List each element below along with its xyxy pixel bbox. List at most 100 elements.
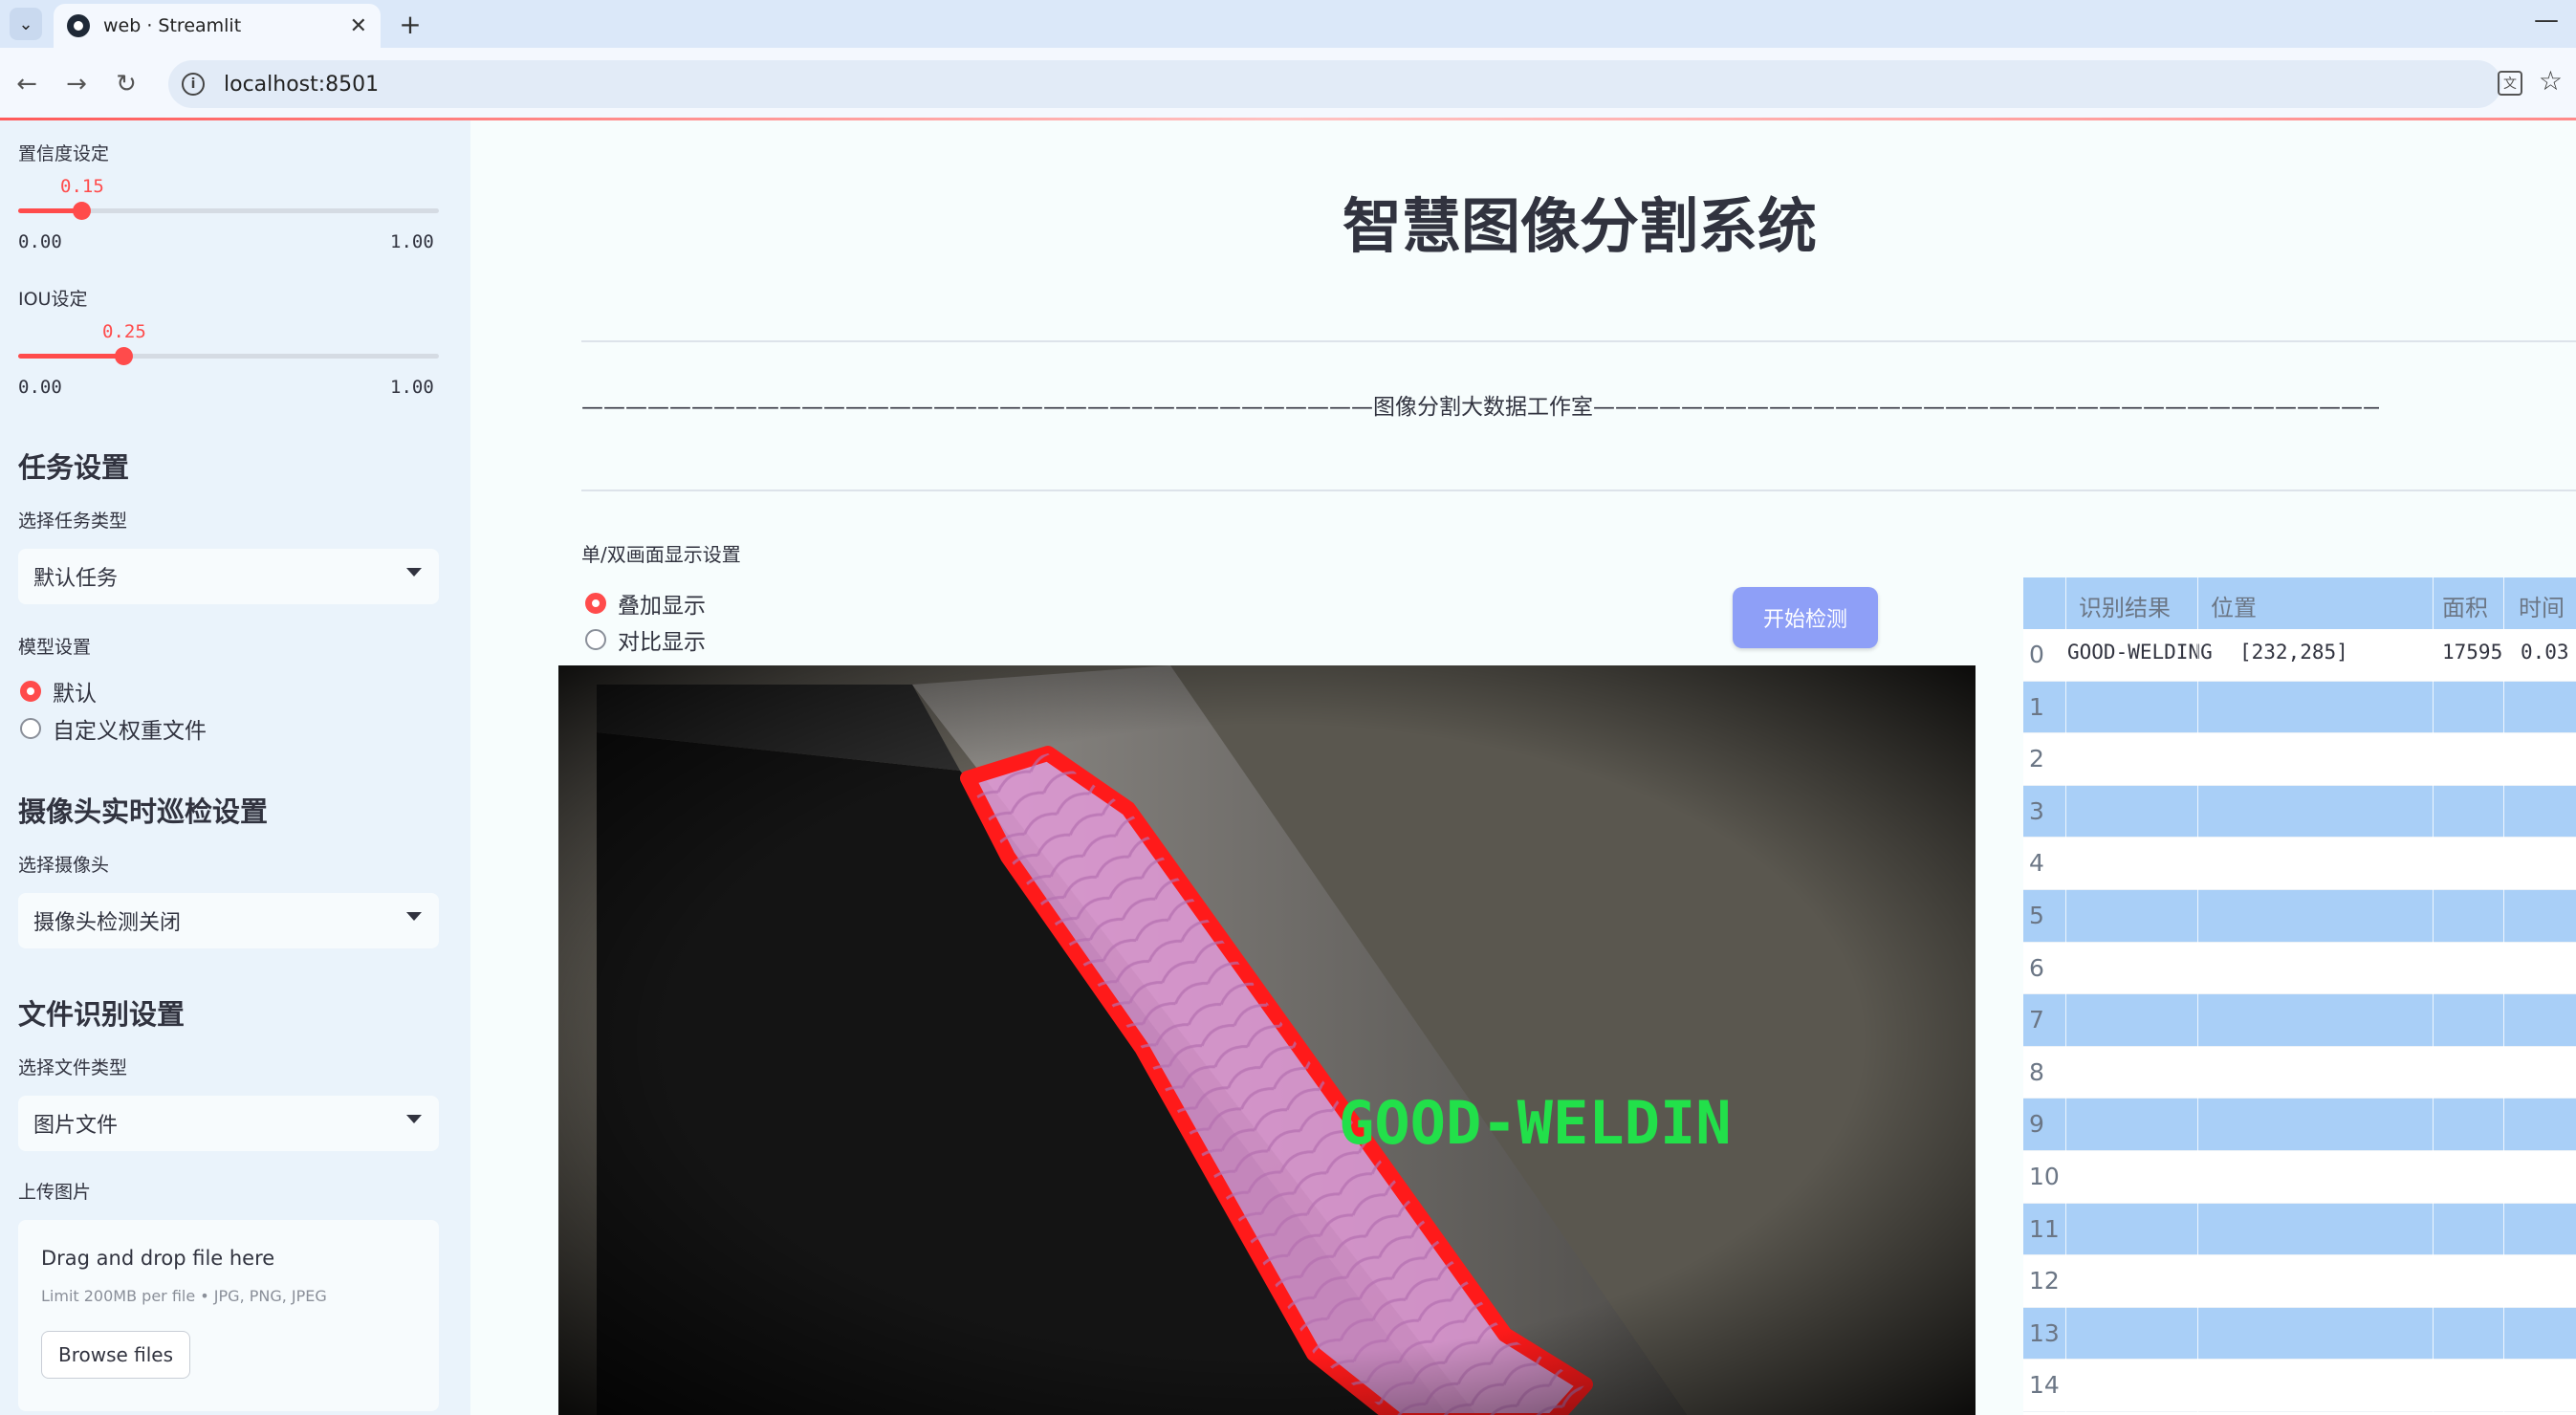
start-detection-button[interactable]: 开始检测 bbox=[1733, 587, 1878, 648]
column-divider bbox=[2433, 577, 2434, 1415]
row-index: 0 bbox=[2029, 641, 2044, 668]
address-bar[interactable]: i localhost:8501 bbox=[168, 60, 2501, 108]
row-index: 10 bbox=[2029, 1163, 2060, 1190]
display-option-label: 对比显示 bbox=[618, 630, 706, 655]
cell-time: 0.03 bbox=[2521, 641, 2569, 664]
divider bbox=[581, 490, 2576, 491]
iou-slider[interactable] bbox=[18, 347, 439, 365]
iou-slider-thumb[interactable] bbox=[115, 347, 133, 365]
table-row[interactable]: 6 bbox=[2023, 943, 2576, 995]
table-row[interactable]: 2 bbox=[2023, 733, 2576, 786]
table-row[interactable]: 12 bbox=[2023, 1255, 2576, 1308]
confidence-value: 0.15 bbox=[60, 176, 104, 197]
task-type-value: 默认任务 bbox=[33, 567, 119, 591]
browser-toolbar: ← → ↻ i localhost:8501 文 ☆ bbox=[0, 48, 2576, 119]
streamlit-favicon-icon bbox=[67, 14, 90, 37]
browse-files-button[interactable]: Browse files bbox=[41, 1331, 190, 1379]
detection-result-image: GOOD-WELDIN bbox=[558, 665, 1976, 1415]
row-index: 11 bbox=[2029, 1214, 2060, 1243]
camera-select[interactable]: 摄像头检测关闭 bbox=[18, 893, 439, 948]
forward-arrow-icon[interactable]: → bbox=[57, 65, 96, 103]
tab-close-icon[interactable]: ✕ bbox=[350, 14, 367, 38]
iou-label: IOU设定 bbox=[18, 289, 88, 310]
table-row[interactable]: 10 bbox=[2023, 1151, 2576, 1204]
confidence-slider[interactable] bbox=[18, 202, 439, 220]
table-row[interactable]: 8 bbox=[2023, 1047, 2576, 1099]
display-option-label: 叠加显示 bbox=[618, 594, 706, 619]
results-table[interactable]: 识别结果 位置 面积 时间 0 GOOD-WELDING [232,285] 1759… bbox=[2023, 577, 2576, 1415]
column-header[interactable]: 时间 bbox=[2519, 589, 2565, 622]
task-type-label: 选择任务类型 bbox=[18, 511, 128, 532]
column-divider bbox=[2503, 577, 2504, 1415]
display-mode-label: 单/双画面显示设置 bbox=[581, 543, 741, 566]
confidence-label: 置信度设定 bbox=[18, 143, 110, 164]
browser-tab-bar: ⌄ web · Streamlit ✕ + — bbox=[0, 0, 2576, 48]
radio-unchecked-icon bbox=[585, 629, 606, 650]
column-header[interactable]: 位置 bbox=[2211, 589, 2257, 622]
column-header[interactable]: 面积 bbox=[2442, 589, 2488, 622]
table-row[interactable]: 14 bbox=[2023, 1360, 2576, 1412]
model-option-label: 默认 bbox=[53, 682, 97, 707]
iou-value: 0.25 bbox=[102, 321, 146, 342]
file-settings-heading: 文件识别设置 bbox=[18, 998, 186, 1031]
reload-icon[interactable]: ↻ bbox=[107, 65, 145, 103]
column-header[interactable]: 识别结果 bbox=[2079, 589, 2171, 622]
cell-position: [232,285] bbox=[2239, 641, 2348, 664]
table-row[interactable]: 0 GOOD-WELDING [232,285] 17595 0.03 bbox=[2023, 629, 2576, 682]
model-option-custom-weights[interactable]: 自定义权重文件 bbox=[20, 712, 207, 745]
translate-icon[interactable]: 文 bbox=[2498, 71, 2522, 96]
site-info-icon[interactable]: i bbox=[182, 73, 205, 96]
upload-label: 上传图片 bbox=[18, 1182, 92, 1203]
row-index: 6 bbox=[2029, 953, 2044, 982]
table-header: 识别结果 位置 面积 时间 bbox=[2023, 577, 2576, 629]
row-index: 9 bbox=[2029, 1110, 2044, 1139]
browser-tab[interactable]: web · Streamlit ✕ bbox=[54, 4, 381, 48]
dropzone-limit: Limit 200MB per file • JPG, PNG, JPEG bbox=[41, 1287, 327, 1305]
sidebar: 置信度设定 0.15 0.00 1.00 IOU设定 0.25 0.00 1.0… bbox=[0, 120, 470, 1415]
chevron-down-icon bbox=[406, 568, 422, 577]
model-option-default[interactable]: 默认 bbox=[20, 675, 97, 708]
studio-divider-text: ————————————————————————————————————图像分割… bbox=[581, 395, 2379, 420]
camera-select-value: 摄像头检测关闭 bbox=[33, 911, 182, 935]
file-type-value: 图片文件 bbox=[33, 1114, 119, 1138]
display-option-overlay[interactable]: 叠加显示 bbox=[585, 587, 706, 620]
row-index: 13 bbox=[2029, 1318, 2060, 1347]
table-row[interactable]: 9 bbox=[2023, 1099, 2576, 1151]
table-row[interactable]: 4 bbox=[2023, 838, 2576, 890]
table-row[interactable]: 3 bbox=[2023, 785, 2576, 838]
iou-min: 0.00 bbox=[18, 377, 62, 398]
table-row[interactable]: 13 bbox=[2023, 1307, 2576, 1361]
main-content: 智慧图像分割系统 ———————————————————————————————… bbox=[470, 120, 2576, 1415]
display-option-compare[interactable]: 对比显示 bbox=[585, 623, 706, 656]
chevron-down-icon bbox=[406, 1115, 422, 1123]
row-index: 3 bbox=[2029, 796, 2044, 825]
radio-checked-icon bbox=[585, 593, 606, 614]
radio-checked-icon bbox=[20, 681, 41, 702]
row-index: 7 bbox=[2029, 1006, 2044, 1034]
bookmark-star-icon[interactable]: ☆ bbox=[2539, 65, 2563, 97]
row-index: 5 bbox=[2029, 902, 2044, 929]
confidence-slider-thumb[interactable] bbox=[73, 202, 91, 220]
radio-unchecked-icon bbox=[20, 718, 41, 739]
confidence-min: 0.00 bbox=[18, 231, 62, 252]
file-type-label: 选择文件类型 bbox=[18, 1057, 128, 1078]
page-title: 智慧图像分割系统 bbox=[1342, 191, 1817, 261]
model-option-label: 自定义权重文件 bbox=[53, 719, 207, 744]
file-type-select[interactable]: 图片文件 bbox=[18, 1096, 439, 1151]
table-row[interactable]: 5 bbox=[2023, 890, 2576, 943]
table-row[interactable]: 7 bbox=[2023, 994, 2576, 1047]
table-row[interactable]: 1 bbox=[2023, 681, 2576, 734]
weld-scene-illustration: GOOD-WELDIN bbox=[558, 665, 1976, 1415]
tab-search-chevron-icon[interactable]: ⌄ bbox=[10, 8, 42, 40]
task-settings-heading: 任务设置 bbox=[18, 451, 130, 484]
new-tab-icon[interactable]: + bbox=[394, 8, 426, 40]
file-dropzone[interactable]: Drag and drop file here Limit 200MB per … bbox=[18, 1220, 439, 1411]
model-settings-label: 模型设置 bbox=[18, 637, 92, 658]
back-arrow-icon[interactable]: ← bbox=[8, 65, 46, 103]
task-type-select[interactable]: 默认任务 bbox=[18, 549, 439, 604]
iou-slider-fill bbox=[18, 354, 123, 359]
row-index: 14 bbox=[2029, 1371, 2060, 1400]
row-index: 1 bbox=[2029, 692, 2044, 721]
table-row[interactable]: 11 bbox=[2023, 1203, 2576, 1256]
window-minimize-icon[interactable]: — bbox=[2534, 6, 2559, 34]
